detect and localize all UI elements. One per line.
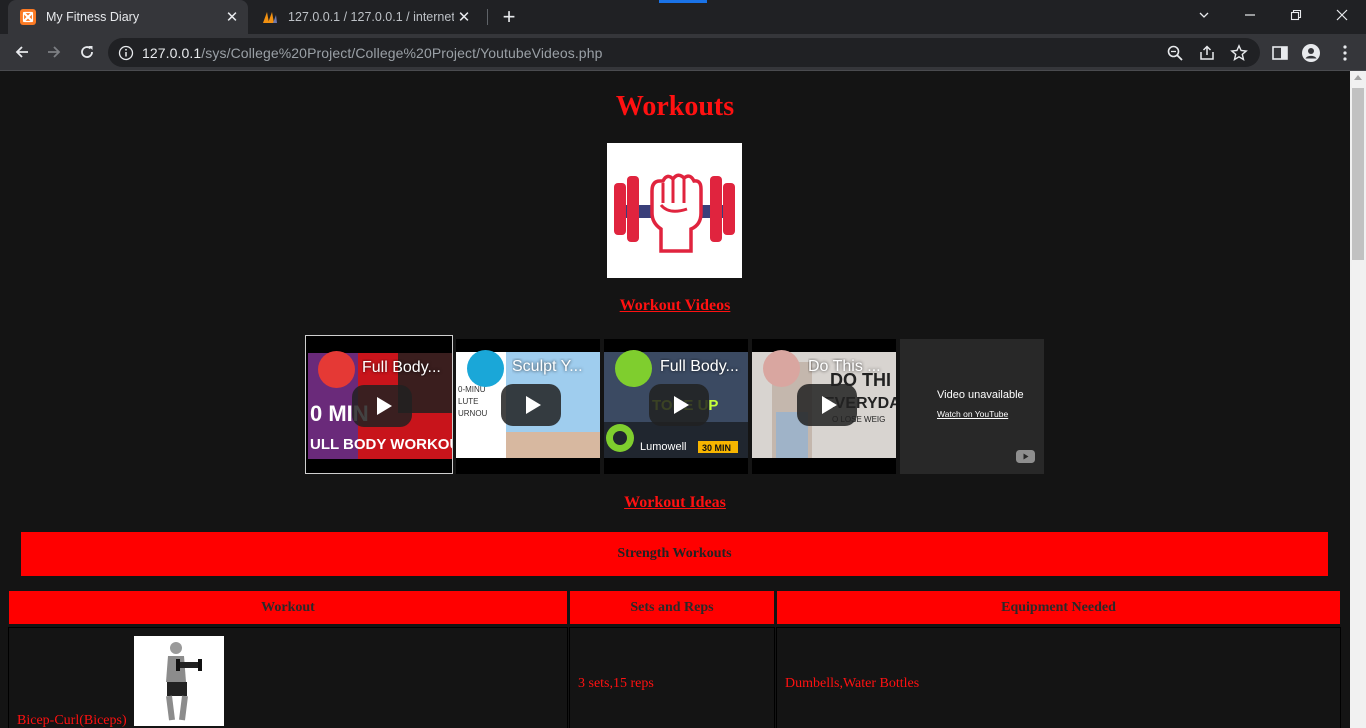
- svg-text:ULL BODY WORKOU: ULL BODY WORKOU: [310, 436, 452, 453]
- url-host: 127.0.0.1: [142, 44, 202, 61]
- reload-button[interactable]: [73, 38, 101, 66]
- page-title: Workouts: [615, 91, 735, 122]
- fist-dumbbell-logo: [614, 173, 735, 253]
- svg-text:URNOU: URNOU: [458, 409, 488, 418]
- url-text[interactable]: 127.0.0.1/sys/College%20Project/College%…: [142, 45, 602, 61]
- close-tab-icon[interactable]: ✕: [222, 7, 242, 27]
- close-tab-icon[interactable]: ✕: [454, 7, 474, 27]
- info-icon[interactable]: [118, 45, 134, 61]
- tab-title: 127.0.0.1 / 127.0.0.1 / internetpro: [288, 10, 454, 24]
- video-title[interactable]: Full Body...: [660, 358, 744, 376]
- channel-avatar[interactable]: [763, 350, 800, 387]
- minimize-icon: [1245, 14, 1255, 16]
- url-path: /sys/College%20Project/College%20Project…: [201, 44, 603, 61]
- play-button-icon[interactable]: [797, 384, 857, 426]
- video-title[interactable]: Do This ...: [808, 358, 892, 376]
- tab-search-button[interactable]: [1181, 0, 1227, 30]
- video-title[interactable]: Full Body...: [362, 359, 446, 377]
- workout-name: Bicep-Curl(Biceps): [17, 713, 127, 728]
- table-cell-sets: 3 sets,15 reps: [569, 627, 775, 728]
- play-button-icon[interactable]: [649, 384, 709, 426]
- svg-text:Lumowell: Lumowell: [640, 441, 686, 453]
- workout-videos-link[interactable]: Workout Videos: [0, 297, 1350, 315]
- vertical-scrollbar[interactable]: [1350, 71, 1366, 728]
- table-header-sets-reps: Sets and Reps: [570, 591, 774, 624]
- tab-phpmyadmin[interactable]: 127.0.0.1 / 127.0.0.1 / internetpro ✕: [250, 0, 480, 34]
- menu-dots-icon[interactable]: [1335, 43, 1355, 63]
- workout-ideas-link[interactable]: Workout Ideas: [0, 494, 1350, 512]
- tab-divider: [487, 9, 488, 25]
- video-embed-2[interactable]: 0-MINU LUTE URNOU Sculpt Y...: [456, 339, 600, 474]
- minimize-button[interactable]: [1227, 0, 1273, 30]
- scroll-up-arrow-icon[interactable]: [1354, 75, 1362, 80]
- table-cell-equipment: Dumbells,Water Bottles: [776, 627, 1341, 728]
- close-icon: [1336, 9, 1348, 21]
- tab-my-fitness-diary[interactable]: My Fitness Diary ✕: [8, 0, 248, 34]
- video-embed-4[interactable]: DO THI EVERYDA O LOSE WEIG Do This ...: [752, 339, 896, 474]
- browser-toolbar: 127.0.0.1/sys/College%20Project/College%…: [0, 34, 1366, 71]
- side-panel-icon[interactable]: [1270, 43, 1290, 63]
- forward-arrow-icon: [48, 46, 61, 58]
- restore-icon: [1290, 9, 1302, 21]
- back-button[interactable]: [8, 38, 36, 66]
- equipment-value: Dumbells,Water Bottles: [785, 676, 920, 691]
- scroll-thumb[interactable]: [1352, 88, 1364, 260]
- play-button-icon[interactable]: [501, 384, 561, 426]
- sets-reps-value: 3 sets,15 reps: [578, 676, 654, 691]
- svg-text:30 MIN: 30 MIN: [702, 443, 731, 453]
- youtube-icon[interactable]: [1016, 450, 1035, 463]
- phpmyadmin-icon: [263, 12, 277, 23]
- channel-avatar[interactable]: [467, 350, 504, 387]
- bicep-curl-illustration: [134, 636, 224, 726]
- video-title[interactable]: Sculpt Y...: [512, 358, 596, 376]
- table-cell-workout: Bicep-Curl(Biceps): [8, 627, 568, 728]
- chevron-down-icon: [1199, 12, 1209, 18]
- tab-strip: My Fitness Diary ✕ 127.0.0.1 / 127.0.0.1…: [0, 0, 1366, 34]
- forward-button[interactable]: [40, 38, 68, 66]
- tab-drop-indicator: [659, 0, 707, 3]
- address-bar[interactable]: 127.0.0.1/sys/College%20Project/College%…: [108, 38, 1260, 67]
- strength-workouts-banner: Strength Workouts: [21, 532, 1328, 576]
- share-icon[interactable]: [1198, 44, 1216, 62]
- svg-text:LUTE: LUTE: [458, 397, 478, 406]
- watch-on-youtube-link[interactable]: Watch on YouTube: [937, 409, 1008, 419]
- video-embed-unavailable[interactable]: Video unavailable Watch on YouTube: [900, 339, 1044, 474]
- page-viewport: Workouts Workout Videos 0 MIN ULL BODY W…: [0, 71, 1350, 728]
- reload-icon: [81, 46, 93, 58]
- xampp-icon: [20, 9, 36, 25]
- workout-logo: [607, 143, 742, 278]
- zoom-icon[interactable]: [1166, 44, 1184, 62]
- video-embed-1[interactable]: 0 MIN ULL BODY WORKOU Full Body...: [305, 335, 453, 474]
- restore-button[interactable]: [1273, 0, 1319, 30]
- new-tab-button[interactable]: +: [497, 4, 521, 29]
- play-button-icon[interactable]: [352, 385, 412, 427]
- profile-icon[interactable]: [1301, 43, 1321, 63]
- video-embed-3[interactable]: TONE UP Lumowell 30 MIN Full Body...: [604, 339, 748, 474]
- tab-title: My Fitness Diary: [46, 10, 140, 24]
- channel-avatar[interactable]: [318, 351, 355, 388]
- close-window-button[interactable]: [1319, 0, 1365, 30]
- bookmark-star-icon[interactable]: [1230, 44, 1248, 62]
- channel-avatar[interactable]: [615, 350, 652, 387]
- back-arrow-icon: [15, 46, 28, 58]
- table-header-workout: Workout: [9, 591, 567, 624]
- video-unavailable-message: Video unavailable: [937, 389, 1024, 401]
- table-header-equipment: Equipment Needed: [777, 591, 1340, 624]
